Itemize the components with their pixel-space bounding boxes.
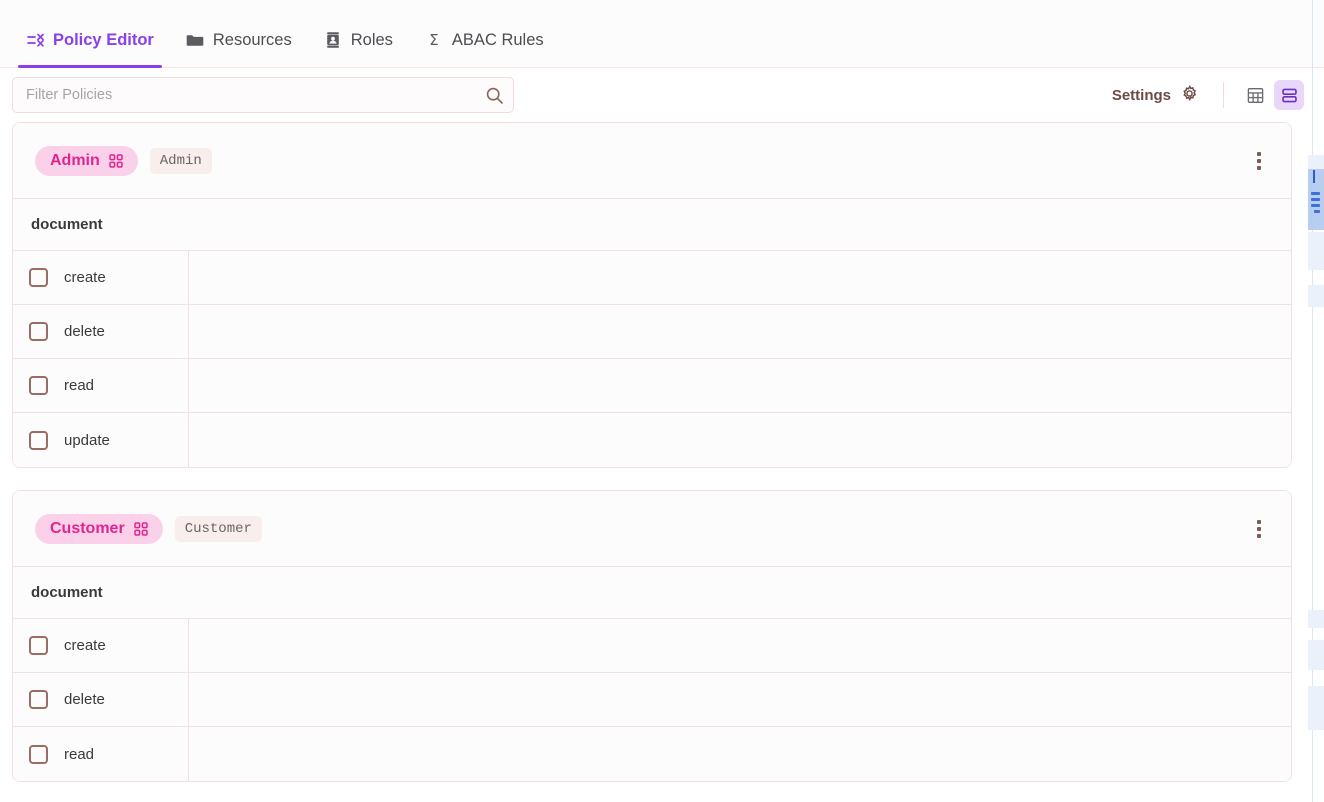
resource-header-row: document [13,199,1291,251]
action-cell: delete [13,673,189,726]
main-tab-bar: Policy Editor Resources Roles Σ ABAC Rul… [0,0,1324,68]
policy-role-label: Customer [50,519,125,537]
table-row: create [13,251,1291,305]
resource-name: document [31,584,103,601]
grid-2x2-icon [109,153,123,168]
policy-role-pill[interactable]: Admin [35,145,138,176]
grid-2x2-icon [133,521,148,536]
action-label: read [64,377,95,394]
action-label: delete [64,323,105,340]
action-checkbox[interactable] [29,376,48,395]
action-label: read [64,745,95,763]
policy-role-key-chip: Customer [174,515,262,542]
table-view-icon[interactable] [1240,80,1270,110]
kebab-dot [1257,151,1261,156]
tab-label: Roles [350,30,393,49]
action-label: create [64,269,106,286]
action-value-cell[interactable] [189,359,1291,412]
toolbar-right-group: Settings [1102,78,1304,113]
policy-card-header: Customer Customer [13,491,1291,567]
policy-role-key-chip: Admin [149,147,212,174]
toolbar-divider [1223,82,1224,108]
action-label: create [64,637,106,654]
svg-text:Σ: Σ [429,31,438,49]
action-value-cell[interactable] [189,673,1291,726]
kebab-dot [1257,519,1261,524]
gear-icon [1180,84,1199,107]
sigma-icon: Σ [425,31,443,49]
policy-card: Customer Customer document create delete… [12,490,1292,782]
action-checkbox[interactable] [29,430,48,450]
table-row: read [13,359,1291,413]
table-row: delete [13,673,1291,727]
tab-label: ABAC Rules [451,30,544,49]
tab-roles[interactable]: Roles [308,12,409,68]
kebab-dot [1257,165,1261,170]
kebab-dot [1257,533,1261,538]
action-value-cell[interactable] [189,413,1291,467]
badge-icon [324,31,342,49]
action-label: delete [64,691,105,708]
search-container [12,77,514,113]
search-input[interactable] [12,77,514,113]
search-icon[interactable] [482,83,506,107]
policy-role-pill[interactable]: Customer [35,513,163,544]
rows-view-icon[interactable] [1274,80,1304,110]
kebab-dot [1257,158,1261,163]
action-checkbox[interactable] [29,268,48,287]
action-cell: create [13,251,189,304]
resource-header-row: document [13,567,1291,619]
folder-icon [186,31,204,49]
action-checkbox[interactable] [29,636,48,655]
policy-card: Admin Admin document create delete read … [12,122,1292,468]
action-cell: create [13,619,189,672]
view-mode-toggle [1240,80,1304,110]
policy-card-header: Admin Admin [13,123,1291,199]
filter-x-icon [26,31,44,49]
action-cell: update [13,413,189,467]
action-cell: delete [13,305,189,358]
action-value-cell[interactable] [189,619,1291,672]
tab-resources[interactable]: Resources [170,12,308,68]
tab-label: Policy Editor [53,30,154,49]
tab-policy-editor[interactable]: Policy Editor [10,12,170,68]
settings-button[interactable]: Settings [1102,78,1209,113]
kebab-menu-icon[interactable] [1245,147,1273,175]
table-row: create [13,619,1291,673]
table-row: update [13,413,1291,467]
kebab-dot [1257,526,1261,531]
policy-role-label: Admin [50,151,100,169]
action-cell: read [13,727,189,781]
action-value-cell[interactable] [189,727,1291,781]
settings-label: Settings [1111,86,1171,104]
action-value-cell[interactable] [189,251,1291,304]
action-value-cell[interactable] [189,305,1291,358]
policy-toolbar: Settings [0,68,1324,122]
action-checkbox[interactable] [29,690,48,709]
action-checkbox[interactable] [29,744,48,764]
kebab-menu-icon[interactable] [1245,515,1273,543]
action-checkbox[interactable] [29,322,48,341]
policy-list: Admin Admin document create delete read … [0,122,1324,802]
action-label: update [64,431,110,449]
tab-abac-rules[interactable]: Σ ABAC Rules [409,12,560,68]
tab-label: Resources [212,30,292,49]
resource-name: document [31,216,103,233]
action-cell: read [13,359,189,412]
table-row: delete [13,305,1291,359]
table-row: read [13,727,1291,781]
